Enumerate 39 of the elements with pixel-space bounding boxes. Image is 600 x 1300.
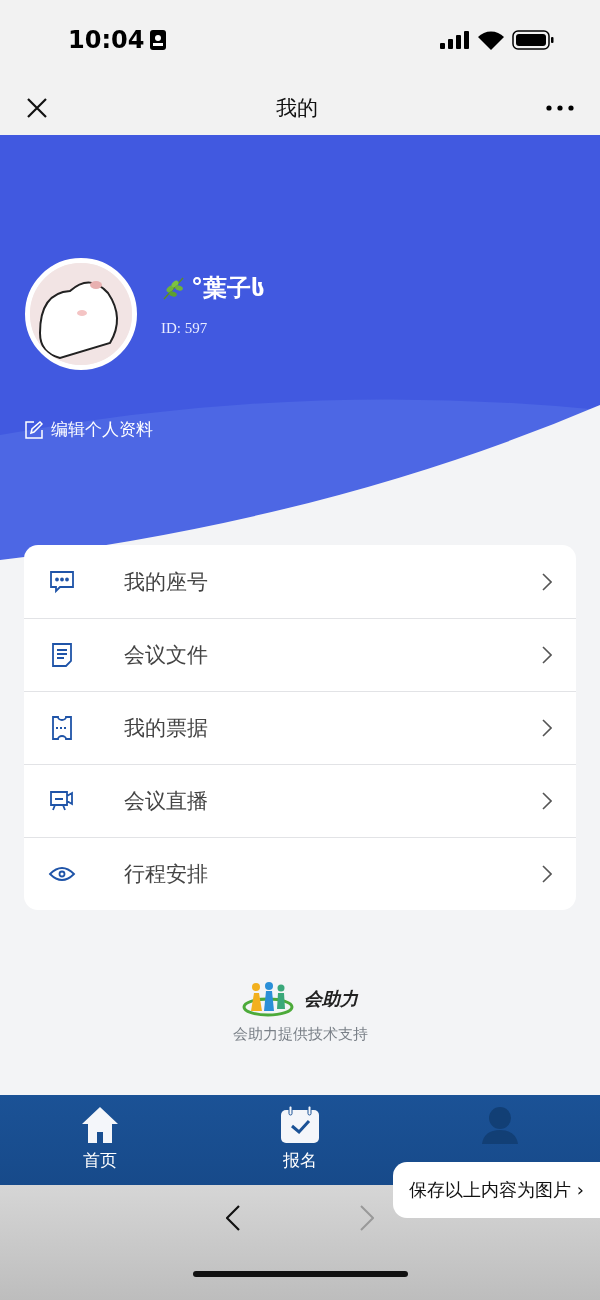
chat-bubble-icon xyxy=(49,568,75,595)
back-icon[interactable] xyxy=(226,1205,240,1231)
chevron-right-icon xyxy=(542,719,552,737)
chevron-right-icon xyxy=(542,572,552,591)
signal-icon xyxy=(440,31,470,49)
id-card-icon xyxy=(150,30,167,50)
chevron-right-icon xyxy=(542,792,552,810)
edit-icon xyxy=(25,420,43,439)
menu-item[interactable]: 我的座号 xyxy=(24,545,576,618)
more-icon[interactable] xyxy=(546,104,574,111)
menu-label: 我的座号 xyxy=(124,568,209,596)
home-icon xyxy=(80,1105,120,1145)
ticket-icon xyxy=(51,715,73,741)
menu-item[interactable]: 会议直播 xyxy=(24,764,576,837)
logo-text: 会助力 xyxy=(304,987,358,1011)
user-name: °葉子ს xyxy=(191,272,265,304)
calendar-check-icon xyxy=(280,1105,320,1145)
page-title: 我的 xyxy=(276,94,318,122)
chevron-right-icon xyxy=(542,865,552,883)
user-id: ID: 597 xyxy=(161,319,209,337)
menu-label: 会议直播 xyxy=(124,788,209,815)
menu-item[interactable]: 行程安排 xyxy=(24,837,576,910)
chevron-right-icon xyxy=(542,646,552,664)
document-icon xyxy=(51,642,73,668)
edit-profile-link[interactable]: 编辑个人资料 xyxy=(25,418,153,441)
battery-icon xyxy=(512,30,554,50)
menu-label: 会议文件 xyxy=(124,642,209,669)
tab[interactable]: 首页 xyxy=(0,1095,200,1173)
eye-icon xyxy=(48,865,76,883)
menu-label: 行程安排 xyxy=(124,861,209,888)
clock-time: 10:04 xyxy=(68,26,145,54)
credit-text: 会助力提供技术支持 xyxy=(232,1025,368,1044)
menu-label: 我的票据 xyxy=(124,715,209,742)
person-icon xyxy=(480,1105,520,1145)
close-icon[interactable] xyxy=(26,96,48,119)
menu-item[interactable]: 我的票据 xyxy=(24,691,576,764)
menu-item[interactable]: 会议文件 xyxy=(24,618,576,691)
wifi-icon xyxy=(478,30,504,50)
save-image-menu[interactable]: 保存以上内容为图片 › xyxy=(393,1162,600,1218)
